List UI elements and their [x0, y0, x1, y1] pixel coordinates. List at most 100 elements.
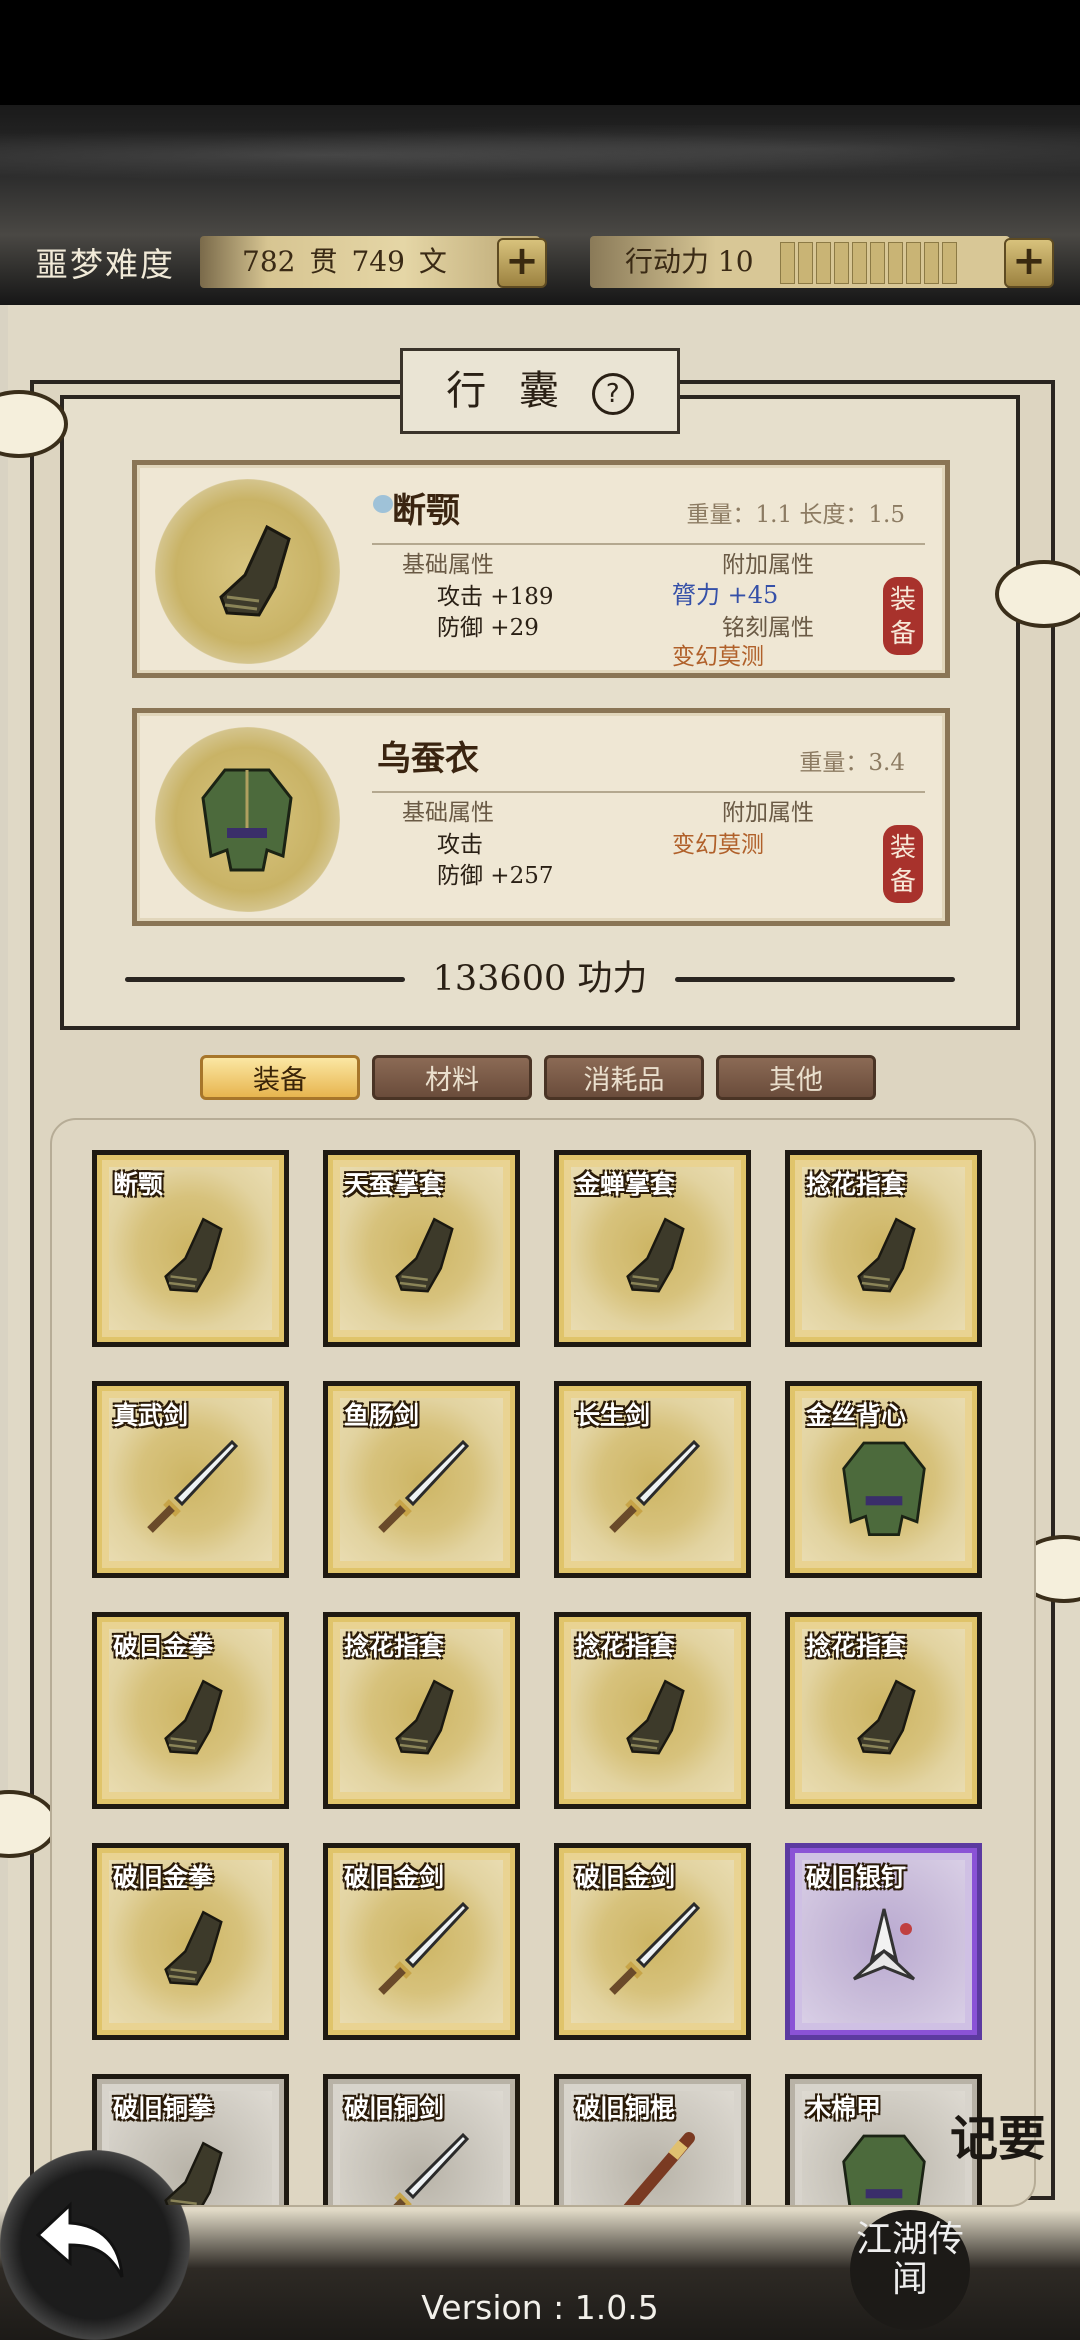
armor-icon: [829, 1432, 939, 1546]
sword-icon: [598, 1432, 708, 1546]
status-bar: [0, 0, 1080, 105]
add-money-button[interactable]: +: [497, 238, 547, 288]
inventory-slot[interactable]: 断颚: [92, 1150, 289, 1347]
rumors-button[interactable]: 江湖传闻: [850, 2210, 970, 2330]
money-wen-unit: 文: [418, 245, 447, 278]
item-name: 真武剑: [113, 1401, 189, 1430]
gauntlet-icon: [608, 1673, 698, 1767]
inventory-slot[interactable]: 真武剑: [92, 1381, 289, 1578]
inventory-slot[interactable]: 破旧金剑: [323, 1843, 520, 2040]
sword-icon: [367, 2125, 477, 2205]
tab-consumables[interactable]: 消耗品: [544, 1055, 704, 1100]
inventory-slot[interactable]: 破旧铜棍: [554, 2074, 751, 2205]
item-name: 断颚: [113, 1170, 164, 1199]
inventory-slot[interactable]: 捻花指套: [785, 1150, 982, 1347]
inventory-slot[interactable]: 破旧金拳: [92, 1843, 289, 2040]
inventory-slot[interactable]: 破旧铜剑: [323, 2074, 520, 2205]
defense-stat: 防御 +29: [437, 615, 539, 641]
engrave-stat: 变幻莫测: [672, 644, 764, 670]
gauntlet-icon: [146, 1211, 236, 1305]
inventory-grid: 断颚 天蚕掌套 金蝉掌套 捻花指套 真武剑 鱼肠剑 长生剑 金丝背心 破日金拳 捻花指套 捻花指套捻…: [92, 1150, 982, 2205]
sword-icon: [136, 1432, 246, 1546]
help-icon[interactable]: ?: [591, 373, 634, 415]
divider: [125, 977, 405, 982]
money-display: 782 贯 749 文: [200, 236, 540, 288]
item-weight: 重量：3.4: [799, 750, 905, 776]
sword-icon: [367, 1432, 477, 1546]
inventory-slot[interactable]: 破旧银钉: [785, 1843, 982, 2040]
inventory-title: 行 囊 ?: [400, 348, 680, 434]
money-guan-unit: 贯: [309, 245, 338, 278]
base-attr-header: 基础属性: [402, 552, 494, 578]
item-name: 断颚: [392, 491, 460, 531]
armor-icon: [201, 768, 293, 872]
item-name: 破旧金剑: [575, 1863, 676, 1892]
item-name: 天蚕掌套: [344, 1170, 445, 1199]
inventory-slot[interactable]: 捻花指套: [323, 1612, 520, 1809]
attack-stat: 攻击: [437, 832, 483, 858]
gauntlet-icon: [377, 1673, 467, 1767]
energy-bar: [780, 242, 957, 284]
inventory-slot[interactable]: 金蝉掌套: [554, 1150, 751, 1347]
item-weight: 重量：1.1 长度：1.5: [686, 502, 905, 528]
item-name: 破旧金剑: [344, 1863, 445, 1892]
inventory-slot[interactable]: 捻花指套: [554, 1612, 751, 1809]
power-value: 133600 功力: [432, 959, 648, 999]
equipped-armor-card[interactable]: 乌蚕衣 重量：3.4 基础属性 附加属性 攻击 防御 +257 变幻莫测 装备: [132, 708, 950, 926]
tab-materials[interactable]: 材料: [372, 1055, 532, 1100]
equip-button[interactable]: 装备: [883, 825, 923, 903]
item-name: 破旧铜拳: [113, 2094, 214, 2123]
inventory-slot[interactable]: 捻花指套: [785, 1612, 982, 1809]
base-attr-header: 基础属性: [402, 800, 494, 826]
inventory-slot[interactable]: 破旧金剑: [554, 1843, 751, 2040]
add-energy-button[interactable]: +: [1004, 238, 1054, 288]
inventory-slot[interactable]: 天蚕掌套: [323, 1150, 520, 1347]
item-name: 金丝背心: [806, 1401, 907, 1430]
item-name: 破日金拳: [113, 1632, 214, 1661]
money-wen: 749: [351, 245, 405, 278]
back-arrow-icon: [35, 2201, 124, 2278]
item-name: 金蝉掌套: [575, 1170, 676, 1199]
gauntlet-icon: [146, 2135, 236, 2205]
notes-button[interactable]: 记要: [950, 2115, 1060, 2225]
energy-label: 行动力 10: [625, 245, 754, 278]
category-tabs: 装备 材料 消耗品 其他: [200, 1055, 876, 1100]
tab-equipment[interactable]: 装备: [200, 1055, 360, 1100]
gauntlet-icon: [146, 1904, 236, 1998]
attack-stat: 攻击 +189: [437, 584, 554, 610]
staff-icon: [603, 2130, 703, 2205]
bonus-stat: 变幻莫测: [672, 832, 764, 858]
gauntlet-icon: [219, 524, 291, 617]
money-guan: 782: [242, 245, 296, 278]
inventory-slot[interactable]: 鱼肠剑: [323, 1381, 520, 1578]
item-name: 乌蚕衣: [377, 739, 479, 779]
equipped-weapon-card[interactable]: 断颚 重量：1.1 长度：1.5 基础属性 附加属性 攻击 +189 防御 +2…: [132, 460, 950, 678]
item-name: 鱼肠剑: [344, 1401, 420, 1430]
item-name: 捻花指套: [344, 1632, 445, 1661]
gauntlet-icon: [839, 1673, 929, 1767]
difficulty-label: 噩梦难度: [35, 245, 175, 284]
energy-display: 行动力 10: [590, 236, 1010, 288]
item-name: 破旧银钉: [806, 1863, 907, 1892]
inventory-slot[interactable]: 长生剑: [554, 1381, 751, 1578]
extra-attr-header: 附加属性: [722, 800, 814, 826]
tab-other[interactable]: 其他: [716, 1055, 876, 1100]
item-name: 捻花指套: [806, 1170, 907, 1199]
bonus-stat: 膂力 +45: [672, 581, 779, 609]
extra-attr-header: 附加属性: [722, 552, 814, 578]
item-name: 破旧金拳: [113, 1863, 214, 1892]
inventory-grid-panel[interactable]: 断颚 天蚕掌套 金蝉掌套 捻花指套 真武剑 鱼肠剑 长生剑 金丝背心 破日金拳 捻花指套 捻花指套捻…: [50, 1118, 1036, 2207]
gauntlet-icon: [839, 1211, 929, 1305]
item-name: 破旧铜棍: [575, 2094, 676, 2123]
fist-icon: [373, 495, 393, 513]
gauntlet-icon: [608, 1211, 698, 1305]
armor-icon: [829, 2125, 939, 2205]
item-name: 木棉甲: [806, 2094, 882, 2123]
divider: [675, 977, 955, 982]
inventory-slot[interactable]: 金丝背心: [785, 1381, 982, 1578]
energy-value: 10: [717, 245, 754, 278]
defense-stat: 防御 +257: [437, 863, 554, 889]
equip-button[interactable]: 装备: [883, 577, 923, 655]
inventory-slot[interactable]: 破日金拳: [92, 1612, 289, 1809]
item-name: 捻花指套: [575, 1632, 676, 1661]
